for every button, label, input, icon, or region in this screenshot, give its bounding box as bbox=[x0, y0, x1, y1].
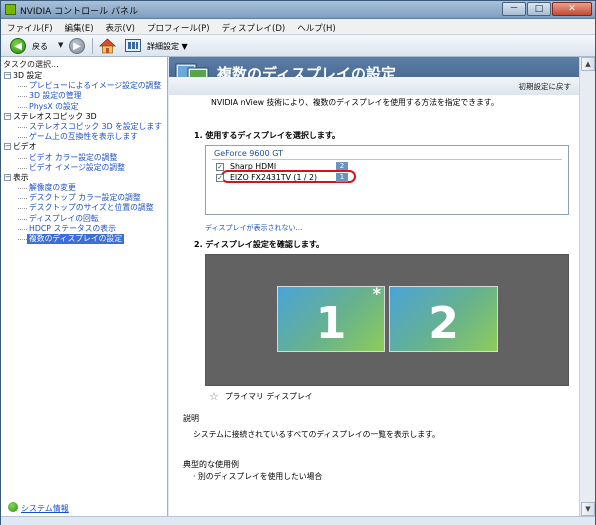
display-name: EIZO FX2431TV (1 / 2) bbox=[230, 173, 318, 182]
explanation-text: システムに接続されているすべてのディスプレイの一覧を表示します。 bbox=[193, 430, 440, 439]
monitor-number: 2 bbox=[428, 298, 459, 349]
collapse-icon[interactable]: − bbox=[4, 143, 11, 151]
minimize-button[interactable]: － bbox=[502, 2, 526, 16]
task-tree: −3D 設定 プレビューによるイメージ設定の調整 3D 設定の管理 PhysX … bbox=[1, 71, 166, 244]
menu-profile[interactable]: プロフィール(P) bbox=[141, 19, 216, 34]
task-pane-header: タスクの選択... bbox=[3, 60, 59, 69]
scroll-up-icon[interactable]: ▲ bbox=[581, 57, 595, 71]
system-info-link[interactable]: システム情報 bbox=[21, 503, 69, 514]
toolbar: ◀ 戻る ▼ ▶ 詳細設定 ▼ bbox=[1, 35, 595, 57]
display-checkbox[interactable]: ✓ bbox=[216, 163, 224, 171]
monitor-2[interactable]: 2 bbox=[389, 286, 498, 352]
task-view-icon[interactable] bbox=[125, 39, 141, 52]
menu-bar: ファイル(F) 編集(E) 表示(V) プロフィール(P) ディスプレイ(D) … bbox=[1, 19, 595, 35]
title-bar[interactable]: NVIDIA コントロール パネル － □ ✕ bbox=[1, 1, 595, 19]
status-bar bbox=[1, 516, 595, 525]
gpu-divider bbox=[212, 159, 562, 160]
close-button[interactable]: ✕ bbox=[552, 2, 592, 16]
monitor-number: 1 bbox=[315, 298, 347, 349]
task-item[interactable]: 解像度の変更 bbox=[1, 183, 166, 193]
forward-arrow-icon[interactable]: ▶ bbox=[69, 38, 85, 54]
monitor-1[interactable]: 1 * bbox=[277, 284, 385, 352]
primary-display-label: プライマリ ディスプレイ bbox=[224, 392, 313, 401]
category-3d-settings[interactable]: −3D 設定 bbox=[1, 71, 166, 81]
menu-edit[interactable]: 編集(E) bbox=[59, 19, 100, 34]
gpu-name: GeForce 9600 GT bbox=[214, 149, 284, 158]
task-item[interactable]: HDCP ステータスの表示 bbox=[1, 224, 166, 234]
system-info-icon[interactable] bbox=[8, 502, 18, 512]
toolbar-separator bbox=[92, 38, 93, 54]
back-arrow-icon[interactable]: ◀ bbox=[10, 38, 26, 54]
category-display[interactable]: − 表示 bbox=[1, 173, 166, 183]
category-video[interactable]: − ビデオ bbox=[1, 142, 166, 152]
usage-heading: 典型的な使用例 bbox=[183, 460, 239, 469]
display-checkbox[interactable]: ✓ bbox=[216, 174, 224, 182]
collapse-icon[interactable]: − bbox=[4, 72, 11, 79]
nvidia-app-icon bbox=[5, 4, 16, 15]
window-title: NVIDIA コントロール パネル bbox=[20, 7, 139, 17]
task-item[interactable]: ステレオスコピック 3D を設定します bbox=[1, 122, 166, 132]
back-button-label[interactable]: 戻る bbox=[32, 41, 48, 52]
control-panel-window: NVIDIA コントロール パネル － □ ✕ ファイル(F) 編集(E) 表示… bbox=[0, 0, 596, 525]
explanation-heading: 説明 bbox=[183, 414, 199, 423]
task-item[interactable]: PhysX の設定 bbox=[1, 102, 166, 112]
scroll-down-icon[interactable]: ▼ bbox=[581, 502, 595, 516]
restore-defaults-link[interactable]: 初期設定に戻す bbox=[519, 81, 572, 92]
task-pane: タスクの選択... −3D 設定 プレビューによるイメージ設定の調整 3D 設定… bbox=[1, 57, 168, 516]
maximize-button[interactable]: □ bbox=[527, 2, 551, 16]
section-select-displays: 1. 使用するディスプレイを選択します。 bbox=[194, 131, 341, 140]
collapse-icon[interactable]: − bbox=[4, 173, 11, 181]
primary-star-icon: * bbox=[372, 284, 381, 303]
menu-view[interactable]: 表示(V) bbox=[100, 19, 141, 34]
task-item[interactable]: デスクトップ カラー設定の調整 bbox=[1, 193, 166, 203]
menu-file[interactable]: ファイル(F) bbox=[1, 19, 59, 34]
primary-display-legend: ☆ プライマリ ディスプレイ bbox=[209, 390, 313, 403]
display-list: GeForce 9600 GT ✓ Sharp HDMI 2 ✓ EIZO FX… bbox=[205, 145, 569, 215]
missing-display-link[interactable]: ディスプレイが表示されない... bbox=[205, 223, 302, 233]
usage-text: · 別のディスプレイを使用したい場合 bbox=[193, 472, 323, 481]
vertical-scrollbar[interactable]: ▲ ▼ bbox=[579, 57, 595, 516]
task-item[interactable]: ビデオ イメージ設定の調整 bbox=[1, 163, 166, 173]
star-icon: ☆ bbox=[209, 390, 219, 403]
back-dropdown-icon[interactable]: ▼ bbox=[58, 41, 63, 49]
advanced-settings-button[interactable]: 詳細設定 ▼ bbox=[147, 41, 188, 52]
section-confirm-layout: 2. ディスプレイ設定を確認します。 bbox=[194, 240, 325, 249]
task-item[interactable]: デスクトップのサイズと位置の調整 bbox=[1, 203, 166, 213]
restore-bar bbox=[169, 77, 579, 95]
task-item[interactable]: 3D 設定の管理 bbox=[1, 91, 166, 101]
task-item[interactable]: プレビューによるイメージ設定の調整 bbox=[1, 81, 166, 91]
task-item-multiple-displays[interactable]: 複数のディスプレイの設定 bbox=[1, 234, 166, 244]
content-pane: 複数のディスプレイの設定 初期設定に戻す NVIDIA nView 技術により、… bbox=[169, 57, 579, 516]
task-item[interactable]: ディスプレイの回転 bbox=[1, 214, 166, 224]
display-number-badge: 1 bbox=[336, 173, 348, 182]
task-item[interactable]: ゲーム上の互換性を表示します bbox=[1, 132, 166, 142]
task-item[interactable]: ビデオ カラー設定の調整 bbox=[1, 153, 166, 163]
menu-display[interactable]: ディスプレイ(D) bbox=[216, 19, 292, 34]
display-layout-preview: 1 * 2 bbox=[205, 254, 569, 386]
category-stereoscopic-3d[interactable]: − ステレオスコピック 3D bbox=[1, 112, 166, 122]
page-description: NVIDIA nView 技術により、複数のディスプレイを使用する方法を指定でき… bbox=[211, 98, 499, 107]
home-icon[interactable] bbox=[99, 38, 116, 54]
menu-help[interactable]: ヘルプ(H) bbox=[291, 19, 342, 34]
collapse-icon[interactable]: − bbox=[4, 112, 11, 120]
display-row[interactable]: ✓ EIZO FX2431TV (1 / 2) 1 bbox=[216, 170, 556, 183]
